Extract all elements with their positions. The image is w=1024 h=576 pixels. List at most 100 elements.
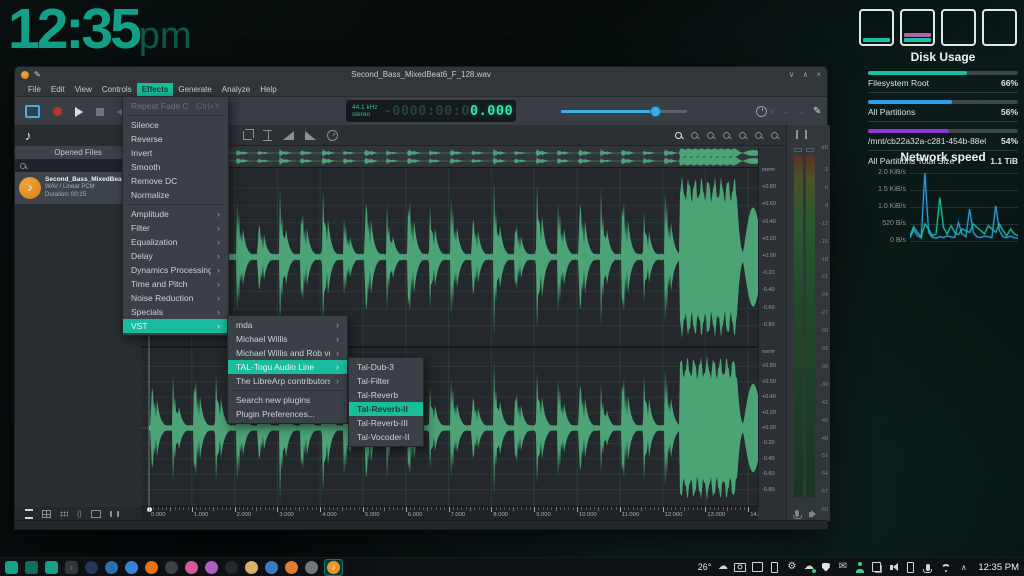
effects-menu-item-invert[interactable]: Invert (123, 146, 228, 160)
taskbar-recorder-ring[interactable] (165, 561, 178, 574)
meter-pause-icon[interactable] (796, 130, 807, 139)
taskbar-krita[interactable] (205, 561, 218, 574)
taskbar-pen-tool[interactable] (245, 561, 258, 574)
zoom-toggle-out-button[interactable] (771, 132, 778, 139)
effects-menu-item-silence[interactable]: Silence (123, 118, 228, 132)
crop-tool-icon[interactable] (243, 131, 252, 140)
taskbar-terminal[interactable]: › (65, 561, 78, 574)
phone-icon[interactable] (905, 560, 916, 575)
list-view-button[interactable] (25, 509, 33, 519)
effects-menu-item-dynamics-processing[interactable]: Dynamics Processing› (123, 263, 228, 277)
tweaks-gear-icon[interactable]: ⚙ (786, 560, 797, 575)
gain-tool-icon[interactable] (327, 130, 338, 141)
effects-menu-item-vst[interactable]: VST› (123, 319, 228, 333)
menubar-generate[interactable]: Generate (173, 83, 216, 96)
taskbar-gray-app[interactable] (305, 561, 318, 574)
pager-desktop-1[interactable] (859, 9, 894, 46)
stop-button[interactable] (96, 108, 104, 116)
vst-menu-item-tal-togu-audio-line[interactable]: TAL-Togu Audio Line› (228, 360, 347, 374)
taskbar-orange-app[interactable] (285, 561, 298, 574)
taskbar-settings-dark[interactable] (225, 561, 238, 574)
menubar-edit[interactable]: Edit (46, 83, 70, 96)
effects-menu-item-time-and-pitch[interactable]: Time and Pitch› (123, 277, 228, 291)
vst-menu-item-michael-willis-and-rob-vd-berg[interactable]: Michael Willis and Rob vd Berg› (228, 346, 347, 360)
user-online-icon[interactable] (854, 560, 865, 575)
volume-icon[interactable] (888, 560, 899, 575)
taskbar-ocenaudio-active[interactable]: ♪ (325, 560, 342, 575)
taskbar-web-app-sphere[interactable] (125, 561, 138, 574)
menubar-effects[interactable]: Effects (137, 83, 174, 96)
weather-temp[interactable]: 26° (698, 560, 712, 575)
braces-indicator-icon[interactable]: {} (77, 511, 82, 518)
effects-menu-item-normalize[interactable]: Normalize (123, 188, 228, 202)
shade-button[interactable]: ∨ (789, 70, 795, 79)
fade-in-tool-icon[interactable] (283, 131, 294, 140)
effects-menu-item-delay[interactable]: Delay› (123, 249, 228, 263)
taskbar-file-manager[interactable] (45, 561, 58, 574)
compact-view-button[interactable] (60, 511, 68, 517)
slider-knob[interactable] (650, 106, 661, 117)
virtual-desktop-icon[interactable] (752, 560, 763, 575)
search-input[interactable] (30, 160, 134, 172)
pause-indicator-icon[interactable] (110, 511, 119, 517)
vst-menu-item-plugin-preferences[interactable]: Plugin Preferences... (228, 407, 347, 421)
effects-menu-item-equalization[interactable]: Equalization› (123, 235, 228, 249)
edit-mode-button[interactable]: ✎ (813, 106, 821, 117)
monitor-select-button[interactable] (25, 105, 40, 118)
tray-expander-caret[interactable]: ∧ (958, 560, 969, 575)
taskbar-kde-connect[interactable] (105, 561, 118, 574)
device-battery-icon[interactable] (769, 560, 780, 575)
vault-shield-icon[interactable] (820, 560, 831, 575)
pager-desktop-3[interactable] (941, 9, 976, 46)
vst-menu-item-the-librearp-contributors[interactable]: The LibreArp contributors› (228, 374, 347, 388)
tal-menu-item-tal-filter[interactable]: Tal-Filter (349, 374, 423, 388)
vst-menu-item-mda[interactable]: mda› (228, 318, 347, 332)
pager-desktop-2[interactable] (900, 9, 935, 46)
time-ruler[interactable]: 0.0001.0002.0003.0004.0005.0006.0007.000… (141, 506, 758, 521)
zoom-fit-button[interactable] (723, 132, 730, 139)
tray-clock[interactable]: 12:35 PM (978, 562, 1019, 573)
meter-mic-icon[interactable] (795, 510, 799, 517)
vst-menu-item-michael-willis[interactable]: Michael Willis› (228, 332, 347, 346)
effects-menu-item-reverse[interactable]: Reverse (123, 132, 228, 146)
zoom-in-button[interactable] (675, 132, 682, 139)
zoom-selection-button[interactable] (739, 132, 746, 139)
taskbar-color-picker[interactable] (185, 561, 198, 574)
selection-tool-icon[interactable] (263, 130, 272, 141)
maximize-button[interactable]: ∧ (802, 70, 808, 79)
titlebar[interactable]: ✎ Second_Bass_MixedBeat6_F_128.wav ∨ ∧ × (15, 67, 827, 82)
taskbar-browser-dark[interactable] (85, 561, 98, 574)
taskbar-application-launcher[interactable] (5, 561, 18, 574)
microphone-icon[interactable] (922, 560, 933, 575)
vst-menu-item-search-new-plugins[interactable]: Search new plugins (228, 393, 347, 407)
menubar-help[interactable]: Help (255, 83, 281, 96)
tal-menu-item-tal-reverb-ii[interactable]: Tal-Reverb-II (349, 402, 423, 416)
play-button[interactable] (75, 107, 83, 117)
tal-menu-item-tal-dub-3[interactable]: Tal-Dub-3 (349, 360, 423, 374)
taskbar-show-desktop[interactable] (25, 561, 38, 574)
effects-menu-item-smooth[interactable]: Smooth (123, 160, 228, 174)
zoom-original-button[interactable] (707, 132, 714, 139)
zoom-toggle-in-button[interactable] (755, 132, 762, 139)
effects-menu-item-repeat-fade-out[interactable]: Repeat Fade OutCtrl+Y (123, 99, 228, 113)
screenshot-icon[interactable] (734, 560, 746, 575)
zoom-out-button[interactable] (691, 132, 698, 139)
network-wifi-icon[interactable] (939, 560, 952, 575)
taskbar-firefox[interactable] (145, 561, 158, 574)
meter-speaker-icon[interactable] (809, 512, 812, 517)
effects-menu-item-specials[interactable]: Specials› (123, 305, 228, 319)
fade-out-tool-icon[interactable] (305, 131, 316, 140)
record-button[interactable] (53, 107, 62, 116)
effects-menu-item-amplitude[interactable]: Amplitude› (123, 207, 228, 221)
taskbar-globe-app[interactable] (265, 561, 278, 574)
tal-menu-item-tal-reverb[interactable]: Tal-Reverb (349, 388, 423, 402)
menubar-view[interactable]: View (70, 83, 97, 96)
clipboard-icon[interactable] (871, 560, 882, 575)
undo-button[interactable]: ← (782, 106, 791, 116)
tal-menu-item-tal-reverb-iii[interactable]: Tal-Reverb-III (349, 416, 423, 430)
playback-speed-slider[interactable] (561, 110, 687, 113)
tal-menu-item-tal-vocoder-ii[interactable]: Tal-Vocoder-II (349, 430, 423, 444)
effects-menu-item-remove-dc[interactable]: Remove DC (123, 174, 228, 188)
cloud-sync-icon[interactable]: ☁ (803, 560, 814, 575)
pager-desktop-4[interactable] (982, 9, 1017, 46)
